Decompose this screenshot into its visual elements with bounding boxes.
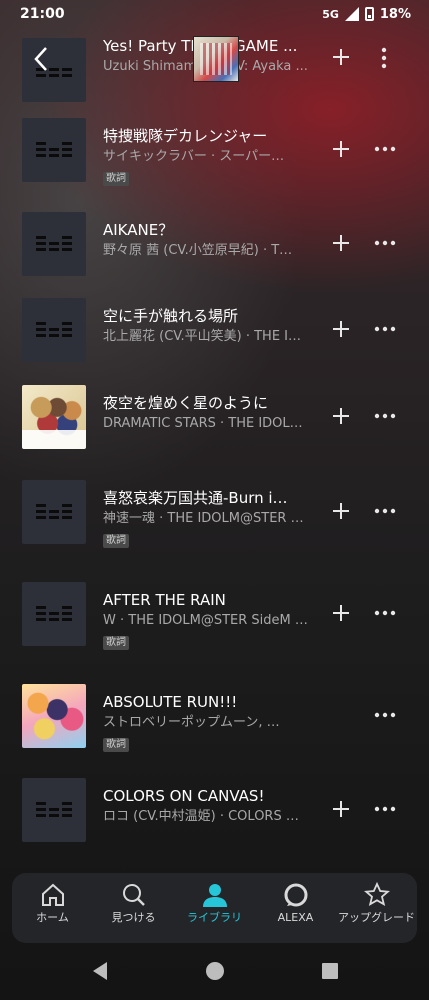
add-icon[interactable] bbox=[326, 314, 356, 344]
lyrics-badge: 歌詞 bbox=[103, 172, 129, 186]
nav-label: ホーム bbox=[36, 911, 69, 924]
search-icon bbox=[119, 881, 149, 909]
album-art-placeholder bbox=[22, 118, 86, 182]
add-icon[interactable] bbox=[326, 228, 356, 258]
add-icon[interactable] bbox=[326, 134, 356, 164]
track-subtitle: ロコ (CV.中村温姫) · COLORS … bbox=[103, 809, 299, 824]
header-bar bbox=[0, 28, 429, 90]
add-icon[interactable] bbox=[326, 598, 356, 628]
track-row[interactable]: 夜空を煌めく星のように DRAMATIC STARS · THE IDOL… bbox=[0, 385, 429, 465]
more-options-icon[interactable] bbox=[370, 794, 400, 824]
track-title: 夜空を煌めく星のように bbox=[103, 394, 269, 412]
album-art-placeholder bbox=[22, 778, 86, 842]
album-art-placeholder bbox=[22, 582, 86, 646]
track-row[interactable]: ABSOLUTE RUN!!! ストロベリーポップムーン, … 歌詞 bbox=[0, 684, 429, 764]
home-circle-icon[interactable] bbox=[205, 961, 225, 985]
track-subtitle: ストロベリーポップムーン, … bbox=[103, 715, 280, 730]
track-subtitle: 北上麗花 (CV.平山笑美) · THE I… bbox=[103, 329, 301, 344]
track-subtitle: W · THE IDOLM@STER SideM … bbox=[103, 613, 308, 628]
bottom-navigation: ホーム 見つける ライブラリ ALEXA アップグレード bbox=[12, 873, 417, 943]
music-placeholder-icon bbox=[36, 502, 72, 522]
nav-label: 見つける bbox=[111, 911, 156, 924]
nav-upgrade[interactable]: アップグレード bbox=[336, 873, 417, 924]
back-triangle-icon[interactable] bbox=[91, 961, 109, 985]
alexa-icon bbox=[281, 881, 311, 909]
music-placeholder-icon bbox=[36, 140, 72, 160]
lyrics-badge: 歌詞 bbox=[103, 738, 129, 752]
track-title: AIKANE？ bbox=[103, 221, 174, 239]
album-art-placeholder bbox=[22, 298, 86, 362]
more-options-icon[interactable] bbox=[370, 134, 400, 164]
more-options-icon[interactable] bbox=[370, 700, 400, 730]
nav-label: ALEXA bbox=[277, 911, 314, 924]
track-subtitle: サイキックラバー · スーパー… bbox=[103, 149, 285, 164]
album-art-image bbox=[22, 684, 86, 748]
back-arrow-icon[interactable] bbox=[26, 42, 56, 76]
battery-level: 18% bbox=[379, 6, 411, 22]
library-person-icon bbox=[200, 881, 230, 909]
lyrics-badge: 歌詞 bbox=[103, 636, 129, 650]
music-placeholder-icon bbox=[36, 234, 72, 254]
nav-label: アップグレード bbox=[338, 911, 415, 924]
nav-library[interactable]: ライブラリ bbox=[174, 873, 255, 924]
nav-find[interactable]: 見つける bbox=[93, 873, 174, 924]
more-options-icon[interactable] bbox=[370, 598, 400, 628]
track-row[interactable]: AIKANE？ 野々原 茜 (CV.小笠原早紀) · T… bbox=[0, 212, 429, 292]
track-row[interactable]: 空に手が触れる場所 北上麗花 (CV.平山笑美) · THE I… bbox=[0, 298, 429, 378]
track-row[interactable]: 特捜戦隊デカレンジャー サイキックラバー · スーパー… 歌詞 bbox=[0, 118, 429, 198]
nav-alexa[interactable]: ALEXA bbox=[255, 873, 336, 924]
track-row[interactable]: COLORS ON CANVAS! ロコ (CV.中村温姫) · COLORS … bbox=[0, 778, 429, 858]
track-title: ABSOLUTE RUN!!! bbox=[103, 693, 238, 711]
system-navigation bbox=[0, 945, 429, 1000]
track-subtitle: 野々原 茜 (CV.小笠原早紀) · T… bbox=[103, 243, 293, 258]
network-type: 5G bbox=[322, 7, 339, 21]
music-placeholder-icon bbox=[36, 604, 72, 624]
more-options-icon[interactable] bbox=[370, 401, 400, 431]
track-row[interactable]: AFTER THE RAIN W · THE IDOLM@STER SideM … bbox=[0, 582, 429, 662]
music-placeholder-icon bbox=[36, 800, 72, 820]
battery-icon bbox=[364, 7, 374, 21]
add-icon[interactable] bbox=[326, 401, 356, 431]
track-title: 空に手が触れる場所 bbox=[103, 307, 239, 325]
lyrics-badge: 歌詞 bbox=[103, 534, 129, 548]
add-icon[interactable] bbox=[326, 794, 356, 824]
track-subtitle: DRAMATIC STARS · THE IDOL… bbox=[103, 416, 303, 431]
music-placeholder-icon bbox=[36, 320, 72, 340]
status-time: 21:00 bbox=[20, 6, 65, 22]
star-icon bbox=[362, 881, 392, 909]
track-title: 喜怒哀楽万国共通-Burn i… bbox=[103, 489, 288, 507]
more-vertical-icon[interactable] bbox=[378, 46, 390, 70]
nav-label: ライブラリ bbox=[187, 911, 242, 924]
status-bar: 21:00 5G 18% bbox=[0, 0, 429, 28]
playlist-thumbnail bbox=[193, 36, 239, 82]
track-title: 特捜戦隊デカレンジャー bbox=[103, 127, 268, 145]
track-title: COLORS ON CANVAS! bbox=[103, 787, 265, 805]
nav-home[interactable]: ホーム bbox=[12, 873, 93, 924]
track-subtitle: 神速一魂 · THE IDOLM@STER … bbox=[103, 511, 304, 526]
album-art-placeholder bbox=[22, 212, 86, 276]
more-options-icon[interactable] bbox=[370, 228, 400, 258]
home-icon bbox=[38, 881, 68, 909]
add-icon[interactable] bbox=[326, 496, 356, 526]
more-options-icon[interactable] bbox=[370, 496, 400, 526]
signal-icon bbox=[344, 7, 359, 21]
more-options-icon[interactable] bbox=[370, 314, 400, 344]
album-art-image bbox=[22, 385, 86, 449]
track-row[interactable]: 喜怒哀楽万国共通-Burn i… 神速一魂 · THE IDOLM@STER …… bbox=[0, 480, 429, 560]
track-title: AFTER THE RAIN bbox=[103, 591, 226, 609]
recents-square-icon[interactable] bbox=[321, 962, 339, 984]
album-art-placeholder bbox=[22, 480, 86, 544]
